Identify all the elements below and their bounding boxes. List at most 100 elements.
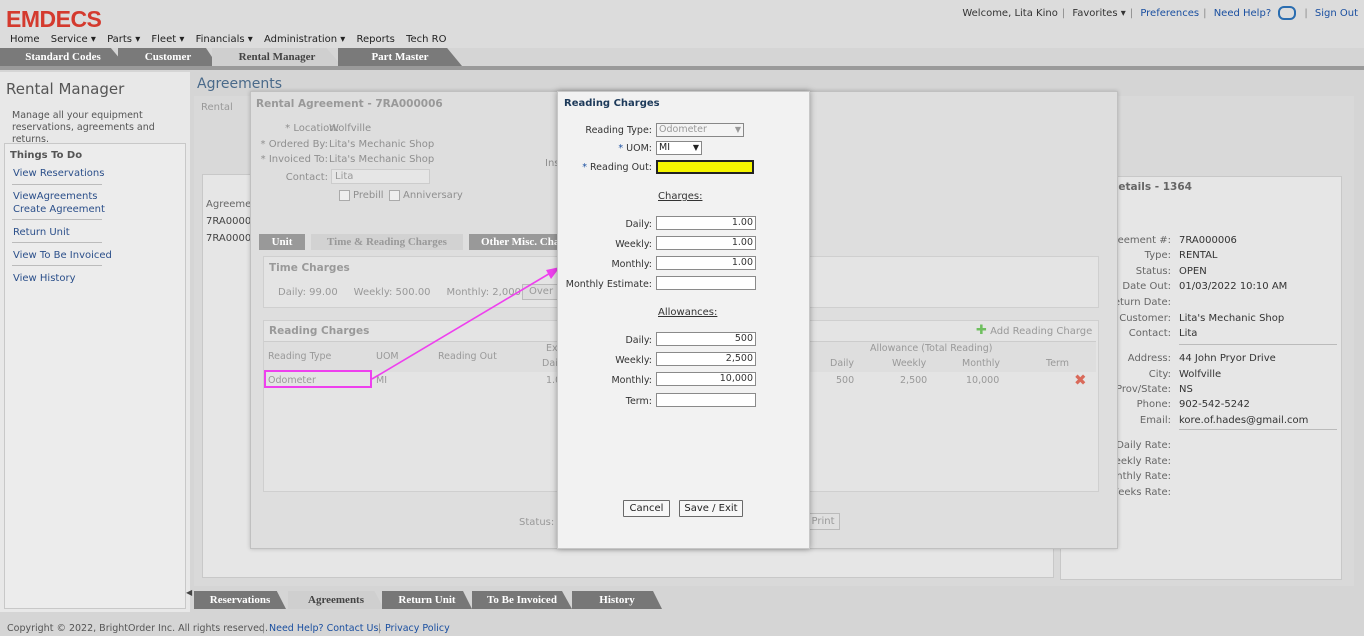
menu-home[interactable]: Home [10, 34, 40, 45]
rental-manager-title: Rental Manager [6, 80, 125, 98]
sign-out-link[interactable]: Sign Out [1315, 8, 1358, 19]
chevron-down-icon: ▼ [692, 143, 699, 152]
tab-history[interactable]: History [572, 591, 662, 609]
charges-weekly-label: Weekly: [615, 239, 652, 250]
annotation-arrow [371, 267, 560, 380]
allowance-weekly-input[interactable]: 2,500 [656, 352, 756, 366]
copyright-text: Copyright © 2022, BrightOrder Inc. All r… [7, 623, 268, 634]
invoiced-to-label: * Invoiced To: [260, 154, 328, 165]
allowance-weekly-label: Weekly: [615, 355, 652, 366]
tab-standard-codes[interactable]: Standard Codes [0, 48, 126, 66]
tab-time-reading-charges[interactable]: Time & Reading Charges [311, 234, 463, 250]
col-allowance-term: Term [1046, 358, 1070, 369]
top-links: Welcome, Lita Kino | Favorites ▾ | Prefere… [962, 6, 1358, 20]
allowance-daily-input[interactable]: 500 [656, 332, 756, 346]
cancel-button[interactable]: Cancel [623, 500, 670, 517]
need-help-link[interactable]: Need Help? [1214, 8, 1271, 19]
row-allowance-daily: 500 [836, 375, 855, 386]
row-allowance-weekly: 2,500 [900, 375, 928, 386]
uom-select[interactable]: MI ▼ [656, 141, 702, 155]
annotation-highlight-box [264, 370, 372, 388]
charges-monthly-input[interactable]: 1.00 [656, 256, 756, 270]
menu-service[interactable]: Service ▾ [51, 34, 96, 45]
rental-subtab[interactable]: Rental [201, 102, 233, 113]
divider [12, 242, 102, 243]
charges-heading: Charges: [658, 191, 703, 202]
ordered-by-value: Lita's Mechanic Shop [329, 139, 435, 150]
reading-charges-modal: Reading Charges Reading Type: Odometer ▼ … [557, 91, 810, 549]
allowance-term-label: Term: [625, 396, 652, 407]
tab-to-be-invoiced[interactable]: To Be Invoiced [472, 591, 572, 609]
prebill-checkbox[interactable] [339, 190, 350, 201]
status-label: Status: [519, 517, 555, 528]
col-allowance-weekly: Weekly [892, 358, 927, 369]
tab-agreements[interactable]: Agreements [288, 591, 384, 609]
invoiced-to-value: Lita's Mechanic Shop [329, 154, 435, 165]
agreement-title: Rental Agreement - 7RA000006 [256, 98, 443, 110]
add-reading-charge-link[interactable]: ✚ Add Reading Charge [976, 323, 1092, 338]
things-to-do-title: Things To Do [10, 150, 83, 161]
menu-fleet[interactable]: Fleet ▾ [151, 34, 184, 45]
charges-weekly-input[interactable]: 1.00 [656, 236, 756, 250]
charges-daily-label: Daily: [625, 219, 652, 230]
detail-value: Lita [1179, 328, 1198, 339]
tab-other-misc-charges[interactable]: Other Misc. Cha [469, 234, 571, 250]
charges-daily-input[interactable]: 1.00 [656, 216, 756, 230]
menu-tech-ro[interactable]: Tech RO [406, 34, 446, 45]
col-allowance-monthly: Monthly [962, 358, 1001, 369]
tab-customer[interactable]: Customer [118, 48, 218, 66]
create-agreement-link[interactable]: Create Agreement [13, 204, 105, 215]
tab-underline [0, 66, 1364, 70]
return-unit-link[interactable]: Return Unit [13, 227, 70, 238]
allowance-monthly-input[interactable]: 10,000 [656, 372, 756, 386]
welcome-text: Welcome, Lita Kino [962, 8, 1058, 19]
privacy-policy-link[interactable]: Privacy Policy [385, 623, 450, 634]
reading-out-label: * Reading Out: [582, 162, 652, 173]
monthly-estimate-label: Monthly Estimate: [565, 279, 652, 290]
contact-us-link[interactable]: Need Help? Contact Us. [269, 623, 381, 634]
detail-value: NS [1179, 384, 1193, 395]
tab-return-unit[interactable]: Return Unit [382, 591, 472, 609]
view-to-be-invoiced-link[interactable]: View To Be Invoiced [13, 250, 112, 261]
divider [1179, 429, 1337, 430]
reading-charges-title: Reading Charges [269, 325, 370, 337]
anniversary-checkbox[interactable] [389, 190, 400, 201]
tab-rental-manager[interactable]: Rental Manager [212, 48, 342, 66]
print-button[interactable]: Print [806, 513, 840, 530]
reading-type-select[interactable]: Odometer ▼ [656, 123, 744, 137]
menu-administration[interactable]: Administration ▾ [264, 34, 345, 45]
monthly-estimate-input[interactable] [656, 276, 756, 290]
footer: Copyright © 2022, BrightOrder Inc. All r… [0, 616, 1364, 636]
view-reservations-link[interactable]: View Reservations [13, 168, 104, 179]
detail-value: 902-542-5242 [1179, 399, 1250, 410]
allowance-monthly-label: Monthly: [611, 375, 652, 386]
tab-reservations[interactable]: Reservations [194, 591, 286, 609]
preferences-link[interactable]: Preferences [1140, 8, 1199, 19]
favorites-menu[interactable]: Favorites ▾ [1072, 8, 1125, 19]
allowance-daily-label: Daily: [625, 335, 652, 346]
allowance-term-input[interactable] [656, 393, 756, 407]
tab-part-master[interactable]: Part Master [338, 48, 462, 66]
main-menu: Home Service ▾ Parts ▾ Fleet ▾ Financial… [10, 34, 454, 45]
emdecs-logo[interactable]: EMDECS [6, 6, 102, 33]
delete-icon[interactable]: ✖ [1074, 371, 1087, 389]
menu-financials[interactable]: Financials ▾ [196, 34, 253, 45]
reading-out-input[interactable] [656, 160, 754, 174]
detail-value: 44 John Pryor Drive [1179, 353, 1276, 364]
detail-value: OPEN [1179, 266, 1207, 277]
view-history-link[interactable]: View History [13, 273, 76, 284]
contact-input[interactable]: Lita [331, 169, 430, 184]
chat-icon[interactable] [1278, 6, 1297, 20]
menu-parts[interactable]: Parts ▾ [107, 34, 140, 45]
bottom-tabs: Reservations Agreements Return Unit To B… [190, 591, 1090, 609]
view-agreements-link[interactable]: ViewAgreements [13, 191, 97, 202]
save-exit-button[interactable]: Save / Exit [679, 500, 743, 517]
menu-reports[interactable]: Reports [357, 34, 395, 45]
row-allowance-monthly: 10,000 [966, 375, 1000, 386]
time-charges-title: Time Charges [269, 262, 350, 274]
detail-value: RENTAL [1179, 250, 1218, 261]
divider [12, 265, 102, 266]
ordered-by-label: * Ordered By: [260, 139, 328, 150]
tab-unit[interactable]: Unit [259, 234, 305, 250]
col-reading-type: Reading Type [268, 351, 332, 362]
